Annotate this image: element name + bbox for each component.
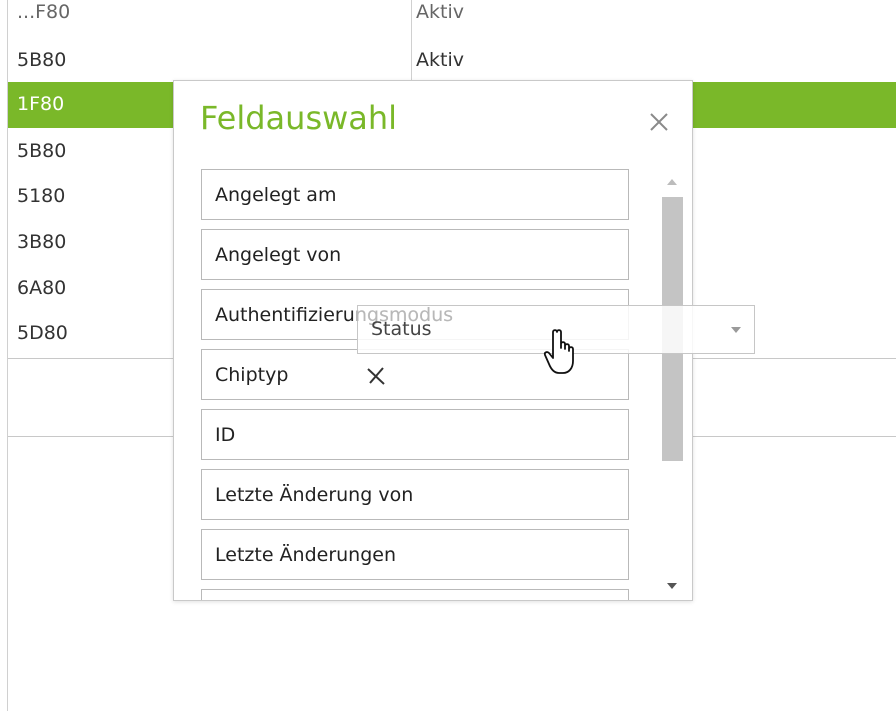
- cell-id: 5D80: [17, 322, 68, 344]
- field-label: Angelegt von: [215, 244, 342, 266]
- field-item[interactable]: Letzte Änderung von: [201, 469, 629, 520]
- field-item[interactable]: [201, 589, 629, 600]
- close-icon: [650, 113, 668, 131]
- field-item[interactable]: ID: [201, 409, 629, 460]
- scroll-up-button[interactable]: [658, 169, 686, 195]
- vertical-scrollbar[interactable]: [658, 169, 686, 599]
- cell-id: ...F80: [17, 1, 71, 23]
- dialog-title: Feldauswahl: [200, 99, 398, 137]
- field-item[interactable]: Letzte Änderungen: [201, 529, 629, 580]
- cell-id: 5180: [17, 185, 66, 207]
- field-label: Letzte Änderungen: [215, 544, 397, 566]
- scroll-down-button[interactable]: [658, 573, 686, 599]
- cell-status: Aktiv: [416, 1, 464, 23]
- app-window: ...F80 Aktiv 5B80 Aktiv 1F80 5B80 5180 3…: [0, 0, 896, 711]
- table-row[interactable]: ...F80 Aktiv: [8, 0, 896, 35]
- chevron-down-icon: [731, 327, 741, 333]
- cell-id: 5B80: [17, 140, 67, 162]
- cell-id: 1F80: [17, 93, 65, 115]
- close-button[interactable]: [644, 107, 674, 137]
- cell-id: 6A80: [17, 277, 67, 299]
- hand-pointer-icon: [543, 329, 574, 374]
- chevron-down-icon: [667, 583, 677, 589]
- ghost-label: Status: [371, 318, 432, 340]
- field-label: Chiptyp: [215, 364, 289, 386]
- table-row[interactable]: 5B80 Aktiv: [8, 37, 896, 83]
- cell-id: 5B80: [17, 49, 67, 71]
- chevron-up-icon: [667, 179, 677, 185]
- field-label: Angelegt am: [215, 184, 337, 206]
- field-label: ID: [215, 424, 236, 446]
- cell-id: 3B80: [17, 231, 67, 253]
- field-item[interactable]: Angelegt von: [201, 229, 629, 280]
- field-label: Letzte Änderung von: [215, 484, 414, 506]
- cell-status: Aktiv: [416, 49, 464, 71]
- field-item[interactable]: Angelegt am: [201, 169, 629, 220]
- remove-icon[interactable]: [365, 365, 387, 387]
